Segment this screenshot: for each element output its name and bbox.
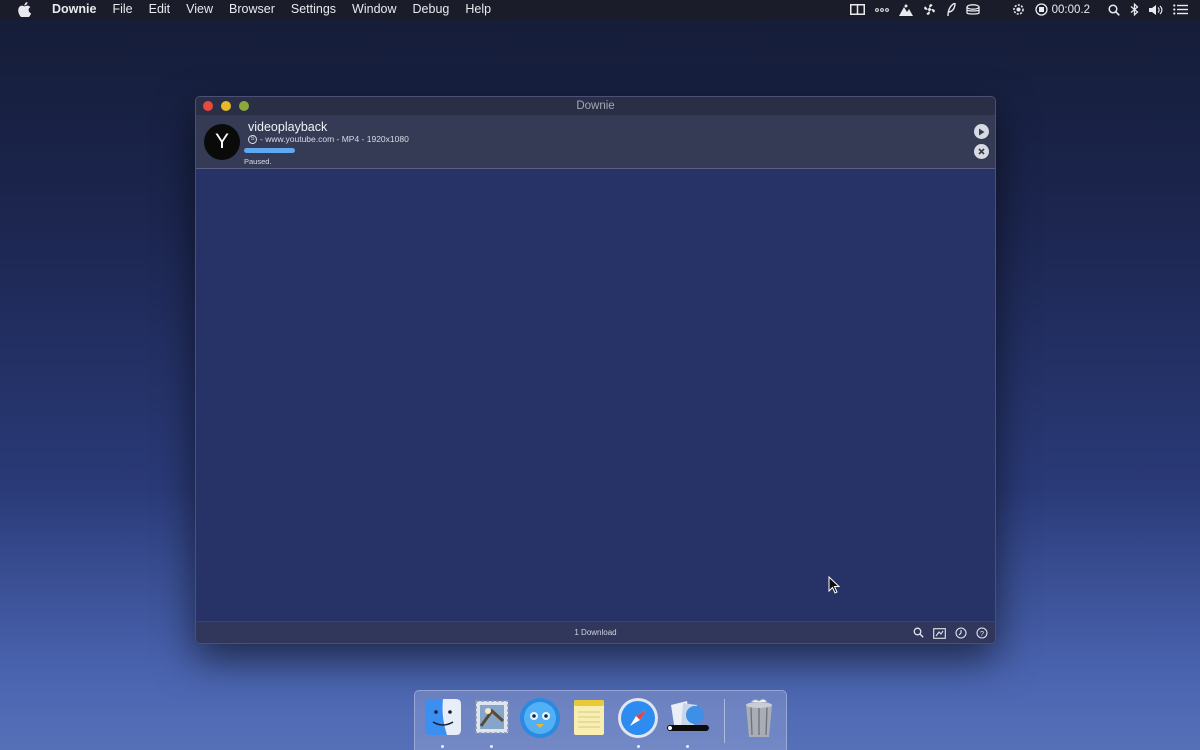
database-icon[interactable] [965, 0, 980, 19]
window-title: Downie [576, 100, 615, 112]
notification-center-icon[interactable] [1173, 0, 1188, 19]
menu-bar: Downie File Edit View Browser Settings W… [0, 0, 1200, 19]
svg-text:?: ? [979, 628, 983, 637]
traffic-lights [203, 101, 249, 111]
dock-separator [724, 699, 725, 743]
record-stop-icon[interactable] [1034, 0, 1048, 19]
menu-window[interactable]: Window [344, 0, 404, 19]
source-icon: S [248, 134, 257, 144]
resume-button[interactable] [974, 124, 989, 139]
mail-icon[interactable] [472, 697, 512, 739]
download-meta: S - www.youtube.com - MP4 - 1920x1080 [248, 134, 409, 144]
zoom-window-button[interactable] [239, 101, 249, 111]
bluetooth-icon[interactable] [1130, 0, 1139, 19]
menu-file[interactable]: File [104, 0, 140, 19]
recording-timer: 00:00.2 [1051, 3, 1090, 16]
running-indicator [686, 745, 689, 748]
fan-icon[interactable] [923, 0, 936, 19]
trash-icon[interactable] [739, 697, 779, 739]
more-dots-icon[interactable] [874, 0, 889, 19]
leaf-icon[interactable] [946, 0, 956, 19]
dock [414, 690, 787, 750]
menu-browser[interactable]: Browser [221, 0, 283, 19]
tweetbot-icon[interactable] [519, 697, 560, 739]
play-icon [979, 128, 985, 135]
mouse-cursor-icon [828, 576, 840, 594]
download-item[interactable]: Y videoplayback S - www.youtube.com - MP… [196, 115, 995, 169]
download-count: 1 Download [574, 628, 617, 637]
menu-app-name[interactable]: Downie [44, 0, 104, 19]
download-meta-text: - www.youtube.com - MP4 - 1920x1080 [260, 134, 409, 144]
volume-icon[interactable] [1149, 0, 1163, 19]
menu-extras: 00:00.2 [849, 0, 1188, 19]
gear-icon[interactable] [1012, 0, 1025, 19]
footer-tools: ? [912, 626, 988, 639]
download-progress-bar [244, 148, 295, 153]
running-indicator [490, 745, 493, 748]
download-title: videoplayback [248, 120, 328, 134]
menu-debug[interactable]: Debug [405, 0, 458, 19]
menu-view[interactable]: View [178, 0, 221, 19]
menu-settings[interactable]: Settings [283, 0, 344, 19]
search-icon[interactable] [912, 626, 925, 639]
close-icon [978, 148, 985, 155]
finder-icon[interactable] [423, 697, 463, 739]
running-indicator [637, 745, 640, 748]
safari-icon[interactable] [617, 697, 658, 739]
notes-icon[interactable] [569, 697, 609, 739]
youtube-avatar: Y [204, 124, 240, 160]
help-icon[interactable]: ? [975, 626, 988, 639]
window-titlebar[interactable]: Downie [196, 97, 995, 115]
mountain-icon[interactable] [898, 0, 913, 19]
menu-edit[interactable]: Edit [141, 0, 179, 19]
search-icon[interactable] [1108, 0, 1120, 19]
menu-help[interactable]: Help [457, 0, 499, 19]
postprocessing-icon[interactable] [933, 626, 946, 639]
preview-icon[interactable] [665, 697, 709, 739]
downloads-list-area[interactable] [196, 169, 995, 622]
close-window-button[interactable] [203, 101, 213, 111]
running-indicator [441, 745, 444, 748]
downie-window: Downie Y videoplayback S - www.youtube.c… [195, 96, 996, 644]
apple-menu-icon[interactable] [16, 2, 32, 18]
history-icon[interactable] [954, 626, 967, 639]
window-footer: 1 Download ? [196, 621, 995, 643]
cancel-download-button[interactable] [974, 144, 989, 159]
split-view-icon[interactable] [849, 0, 865, 19]
minimize-window-button[interactable] [221, 101, 231, 111]
download-status: Paused. [244, 157, 272, 166]
